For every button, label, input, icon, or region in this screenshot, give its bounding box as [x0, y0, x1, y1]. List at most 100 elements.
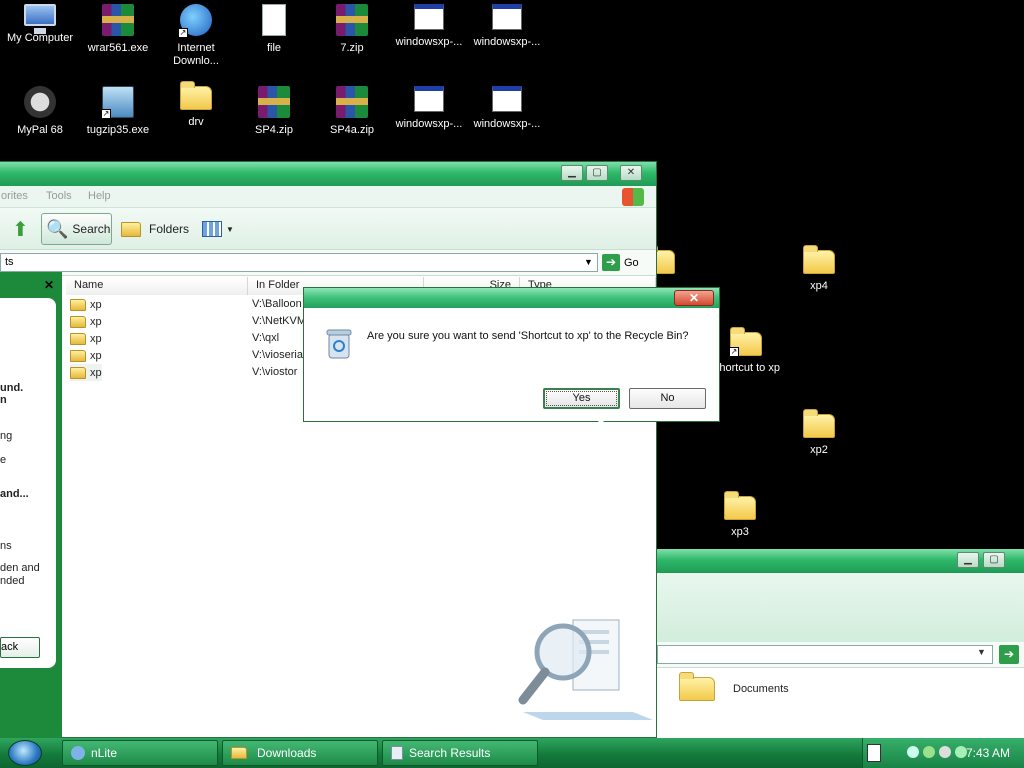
desktop-icon-xp3[interactable]: xp3 — [701, 491, 779, 539]
program-window-icon — [414, 4, 444, 30]
desktop-icon-wrar561[interactable]: wrar561.exe — [79, 4, 157, 55]
menu-help[interactable]: Help — [88, 190, 111, 202]
row-folder: V:\viostor — [252, 366, 298, 378]
go-arrow-icon[interactable]: ➔ — [999, 645, 1019, 664]
row-folder: V:\qxl — [252, 332, 280, 344]
winrar-icon — [102, 4, 134, 36]
desktop-icon-internet-download-manager[interactable]: ↗ Internet Downlo... — [157, 4, 235, 68]
desktop-icon-label: tugzip35.exe — [86, 124, 150, 136]
pane-link[interactable]: den and — [0, 562, 40, 574]
taskbar-button-downloads[interactable]: Downloads — [222, 740, 378, 766]
winrar-archive-icon — [336, 86, 368, 118]
desktop-icon-windowsxp-2[interactable]: windowsxp-... — [468, 4, 546, 49]
desktop-icon-windowsxp-3[interactable]: windowsxp-... — [390, 86, 468, 131]
dialog-titlebar[interactable]: ✕ — [304, 288, 719, 308]
up-folder-button[interactable]: ⬆ — [8, 213, 33, 245]
my-computer-icon — [24, 4, 56, 34]
desktop-icon-xp4[interactable]: xp4 — [780, 245, 858, 293]
pane-link[interactable]: e — [0, 454, 6, 466]
pane-link[interactable]: ns — [0, 540, 12, 552]
desktop-icon-file[interactable]: file — [235, 4, 313, 55]
window-titlebar[interactable]: ▁ ▢ — [657, 549, 1024, 573]
go-arrow-icon: ➔ — [602, 254, 620, 271]
desktop-icon-label: MyPal 68 — [17, 124, 63, 136]
close-button[interactable]: ✕ — [620, 165, 642, 181]
installer-icon: ↗ — [101, 86, 134, 119]
maximize-button[interactable]: ▢ — [586, 165, 608, 181]
winrar-archive-icon — [258, 86, 290, 118]
desktop-icon-7zip[interactable]: 7.zip — [313, 4, 391, 55]
chevron-down-icon[interactable]: ▼ — [584, 257, 593, 267]
chevron-down-icon[interactable]: ▼ — [977, 647, 986, 657]
minimize-button[interactable]: ▁ — [957, 552, 979, 568]
desktop-icon-tugzip[interactable]: ↗ tugzip35.exe — [79, 86, 157, 137]
desktop-icon-mypal[interactable]: MyPal 68 — [1, 86, 79, 137]
table-row[interactable]: xp — [70, 364, 102, 381]
desktop-icon-sp4a[interactable]: SP4a.zip — [313, 86, 391, 137]
views-button[interactable]: ▼ — [198, 213, 238, 245]
tray-volume-icon[interactable] — [939, 746, 951, 758]
pane-link[interactable]: ng — [0, 430, 12, 442]
menu-favorites[interactable]: orites — [1, 190, 28, 202]
folder-icon — [180, 81, 212, 110]
list-item-documents[interactable]: Documents — [679, 672, 789, 701]
table-row[interactable]: xp — [70, 347, 102, 364]
tray-safely-remove-icon[interactable] — [923, 746, 935, 758]
taskbar-button-search-results[interactable]: Search Results — [382, 740, 538, 766]
windows-logo-icon — [622, 188, 644, 206]
back-button[interactable]: ack — [0, 637, 40, 658]
desktop-icon-sp4[interactable]: SP4.zip — [235, 86, 313, 137]
window-titlebar[interactable]: ▁ ▢ ✕ — [0, 162, 656, 186]
keyboard-icon[interactable] — [867, 744, 881, 762]
internet-download-manager-icon: ↗ — [178, 4, 212, 38]
desktop-icon-windowsxp-1[interactable]: windowsxp-... — [390, 4, 468, 49]
recycle-bin-icon — [326, 329, 352, 359]
menu-tools[interactable]: Tools — [46, 190, 72, 202]
go-label: Go — [624, 256, 639, 269]
desktop-icon-my-computer[interactable]: My Computer — [1, 4, 79, 45]
folder-shortcut-icon: ↗ — [729, 327, 762, 357]
start-button[interactable] — [8, 740, 42, 766]
desktop-icon-label: SP4.zip — [255, 124, 293, 136]
pane-text: und. — [0, 382, 24, 394]
tray-network-icon[interactable] — [907, 746, 919, 758]
taskbar-button-nlite[interactable]: nLite — [62, 740, 218, 766]
address-input[interactable]: ts — [0, 253, 598, 272]
yes-button[interactable]: Yes — [543, 388, 620, 409]
no-button[interactable]: No — [629, 388, 706, 409]
column-header-name[interactable]: Name — [66, 277, 248, 295]
dialog-body: Are you sure you want to send 'Shortcut … — [304, 308, 719, 421]
dialog-message: Are you sure you want to send 'Shortcut … — [367, 330, 689, 342]
row-folder: V:\Balloon — [252, 298, 302, 310]
desktop-icon-drv[interactable]: drv — [157, 81, 235, 129]
desktop-icon-xp2[interactable]: xp2 — [780, 409, 858, 457]
folder-icon — [803, 409, 835, 438]
maximize-button[interactable]: ▢ — [983, 552, 1005, 568]
nlite-icon — [71, 746, 85, 760]
folder-icon — [70, 332, 86, 345]
menu-bar: orites Tools Help — [0, 186, 656, 208]
go-button[interactable]: ➔ Go — [602, 253, 650, 272]
desktop-icon-label: xp3 — [731, 526, 749, 538]
shortcut-arrow-icon: ↗ — [101, 109, 111, 119]
search-button[interactable]: 🔍 Search — [41, 213, 112, 245]
pane-link[interactable]: nded — [0, 575, 24, 587]
up-arrow-icon: ⬆ — [12, 218, 29, 241]
clock[interactable]: 7:43 AM — [966, 746, 1010, 760]
folders-button[interactable]: Folders — [117, 213, 193, 245]
shortcut-arrow-icon: ↗ — [729, 347, 739, 357]
folder-icon — [70, 315, 86, 328]
table-row[interactable]: xp — [70, 330, 102, 347]
confirm-delete-dialog: ✕ Are you sure you want to send 'Shortcu… — [303, 287, 720, 422]
address-bar[interactable]: ▼ ➔ — [657, 642, 1024, 668]
table-row[interactable]: xp — [70, 296, 102, 313]
desktop-icon-windowsxp-4[interactable]: windowsxp-... — [468, 86, 546, 131]
desktop-icon-label: xp4 — [810, 280, 828, 292]
minimize-button[interactable]: ▁ — [561, 165, 583, 181]
folder-icon — [70, 349, 86, 362]
close-icon[interactable]: ✕ — [44, 278, 54, 292]
pane-text: and... — [0, 488, 29, 500]
table-row[interactable]: xp — [70, 313, 102, 330]
dialog-close-button[interactable]: ✕ — [674, 290, 714, 306]
chevron-down-icon: ▼ — [226, 224, 234, 234]
